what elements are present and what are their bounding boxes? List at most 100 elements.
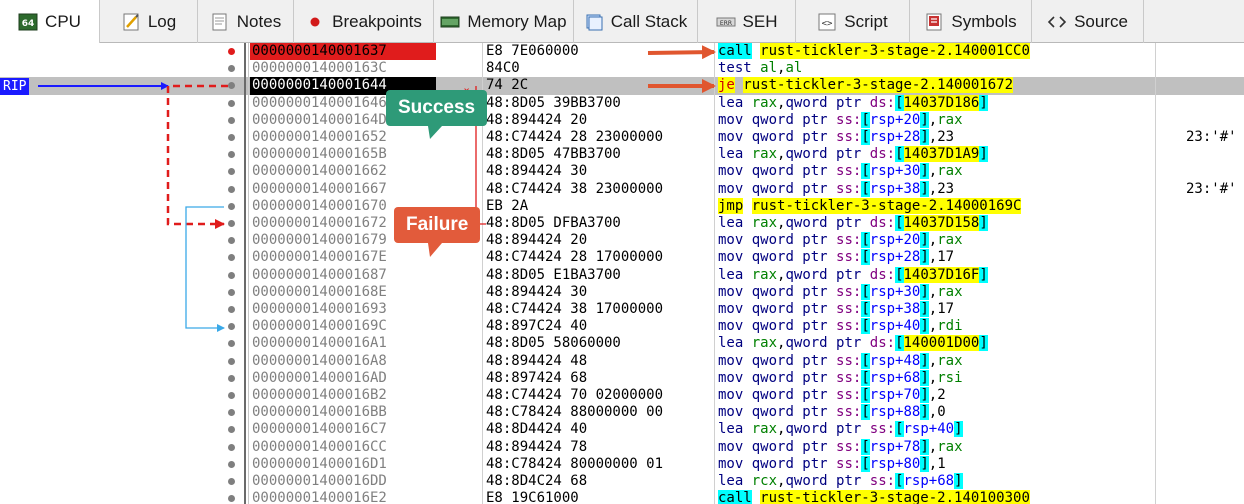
tab-label: Script [844,11,888,31]
disasm-row[interactable]: 00000001400016E2 E8 19C61000 call rust-tic… [0,490,1244,504]
row-dot-icon[interactable] [228,202,235,210]
tab-log[interactable]: Log [100,0,198,43]
row-dot-icon[interactable] [228,478,235,485]
row-dot-icon[interactable] [228,357,235,365]
tab-call-stack[interactable]: Call Stack [574,0,698,43]
instruction-cell: mov qword ptr ss:[rsp+38],17 [718,301,955,317]
disasm-row[interactable]: 00000001400016AD 48:897424 68 mov qword pt… [0,369,1244,387]
address-cell: 0000000140001687 [252,266,387,283]
instruction-cell: lea rax,qword ptr ds:[14037D158] [718,215,988,231]
disasm-row[interactable]: 00000001400016BB 48:C78424 88000000 00 mov… [0,404,1244,421]
row-dot-icon[interactable] [228,99,235,107]
row-dot-icon[interactable] [228,237,235,245]
address-cell: 0000000140001693 [252,301,387,317]
breakpoint-dot-icon [305,12,325,32]
disasm-row[interactable]: 000000014000164D 48:894424 20 mov qword pt… [0,111,1244,129]
bytes-cell: 48:8D05 58060000 [486,335,621,352]
address-cell: 00000001400016B2 [252,387,387,403]
tab-label: CPU [45,11,81,31]
address-cell: 000000014000167E [252,249,387,266]
instruction-cell: je rust-tickler-3-stage-2.140001672 [718,77,1014,94]
row-dot-icon[interactable] [228,323,235,331]
disasm-row[interactable]: 000000014000165B 48:8D05 47BB3700 lea rax,… [0,146,1244,163]
row-dot-icon[interactable] [228,495,235,503]
address-cell: 00000001400016A1 [252,335,387,352]
disasm-row[interactable]: 00000001400016DD 48:8D4C24 68 lea rcx,qwor… [0,473,1244,490]
tab-breakpoints[interactable]: Breakpoints [294,0,434,43]
instruction-cell: lea rax,qword ptr ds:[14037D1A9] [718,146,988,163]
disasm-row[interactable]: 00000001400016A8 48:894424 48 mov qword pt… [0,352,1244,370]
breakpoint-dot-icon[interactable] [228,48,235,55]
disasm-row[interactable]: 0000000140001670 EB 2A jmp rust-tickler-3-… [0,197,1244,215]
disasm-row[interactable]: 00000001400016C7 48:8D4424 40 lea rax,qwor… [0,421,1244,438]
disasm-row[interactable]: 000000014000169C 48:897C24 40 mov qword pt… [0,318,1244,335]
row-dot-icon[interactable] [228,185,235,193]
tab-script[interactable]: <> Script [796,0,910,43]
address-cell: 000000014000169C [252,318,387,335]
row-dot-icon[interactable] [228,306,235,313]
address-cell: 00000001400016C7 [252,421,387,438]
tab-symbols[interactable]: Symbols [910,0,1032,43]
disassembly-view[interactable]: 0000000140001637 E8 7E060000 call rust-tic… [0,43,1244,504]
instruction-cell: mov qword ptr ss:[rsp+80],1 [718,455,946,472]
row-dot-icon[interactable] [228,220,235,227]
tab-seh[interactable]: ERR SEH [698,0,796,43]
address-cell: 0000000140001667 [252,180,387,197]
gutter-separator [244,43,246,504]
row-dot-icon[interactable] [228,426,235,434]
row-dot-icon[interactable] [228,151,235,159]
row-dot-icon[interactable] [228,409,235,417]
svg-text:64: 64 [22,19,35,29]
disasm-row[interactable]: 0000000140001662 48:894424 30 mov qword pt… [0,163,1244,180]
cpu-icon: 64 [18,12,38,32]
disasm-row[interactable]: 00000001400016D1 48:C78424 80000000 01 mov… [0,455,1244,473]
tab-memory-map[interactable]: Memory Map [434,0,574,43]
row-dot-icon[interactable] [228,288,235,296]
disasm-row[interactable]: 000000014000163C 84C0 test al,al [0,60,1244,77]
row-dot-icon[interactable] [228,168,235,176]
instruction-cell: mov qword ptr ss:[rsp+28],17 [718,249,955,266]
gutter-separator-inner [248,43,249,504]
row-dot-icon[interactable] [228,254,235,262]
bytes-cell: 48:8D05 E1BA3700 [486,266,621,283]
row-dot-icon[interactable] [228,116,235,124]
disasm-row[interactable]: 0000000140001637 E8 7E060000 call rust-tic… [0,43,1244,61]
disasm-row[interactable]: 0000000140001652 48:C74424 28 23000000 mov… [0,129,1244,146]
disasm-row[interactable]: 0000000140001687 48:8D05 E1BA3700 lea rax,… [0,266,1244,284]
disasm-row[interactable]: 0000000140001679 48:894424 20 mov qword pt… [0,232,1244,249]
disasm-row[interactable]: 00000001400016A1 48:8D05 58060000 lea rax,… [0,335,1244,352]
row-dot-icon[interactable] [228,392,235,399]
bytes-cell: 48:C78424 88000000 00 [486,404,664,421]
tab-label: Memory Map [467,11,567,31]
disasm-row[interactable]: 00000001400016CC 48:894424 78 mov qword pt… [0,438,1244,456]
tab-source[interactable]: Source [1032,0,1144,43]
row-dot-icon[interactable] [228,443,235,451]
disasm-row[interactable]: 0000000140001646 48:8D05 39BB3700 lea rax,… [0,94,1244,112]
instruction-cell: lea rax,qword ptr ds:[140001D00] [718,335,988,352]
disasm-row[interactable]: 000000014000167E 48:C74424 28 17000000 mov… [0,249,1244,266]
row-dot-icon[interactable] [228,65,235,73]
address-cell: 00000001400016CC [252,438,387,455]
memory-map-icon [440,12,460,32]
row-dot-icon[interactable] [228,374,235,382]
disasm-row[interactable]: 000000014000168E 48:894424 30 mov qword pt… [0,283,1244,301]
row-dot-icon[interactable] [228,340,235,348]
address-cell: 000000014000168E [252,283,387,300]
address-cell: 00000001400016DD [252,473,387,489]
log-icon [121,12,141,32]
disasm-row[interactable]: 0000000140001667 48:C74424 38 23000000 mov… [0,180,1244,198]
instruction-cell: mov qword ptr ss:[rsp+30],rax [718,283,963,300]
row-dot-icon[interactable] [228,134,235,141]
disasm-row[interactable]: 0000000140001644 74 2C je rust-tickler-3-s… [0,77,1244,95]
tab-cpu[interactable]: 64 CPU [0,0,100,44]
row-dot-icon[interactable] [228,460,235,468]
disasm-row[interactable]: 00000001400016B2 48:C74424 70 02000000 mov… [0,387,1244,404]
row-dot-icon[interactable] [228,271,235,279]
disasm-row[interactable]: 0000000140001672 48:8D05 DFBA3700 lea rax,… [0,215,1244,232]
address-cell: 000000014000165B [252,146,387,163]
row-dot-icon[interactable] [228,82,235,90]
tab-label: Breakpoints [332,11,422,31]
instruction-cell: test al,al [718,60,803,77]
disasm-row[interactable]: 0000000140001693 48:C74424 38 17000000 mov… [0,301,1244,318]
tab-notes[interactable]: Notes [198,0,294,43]
